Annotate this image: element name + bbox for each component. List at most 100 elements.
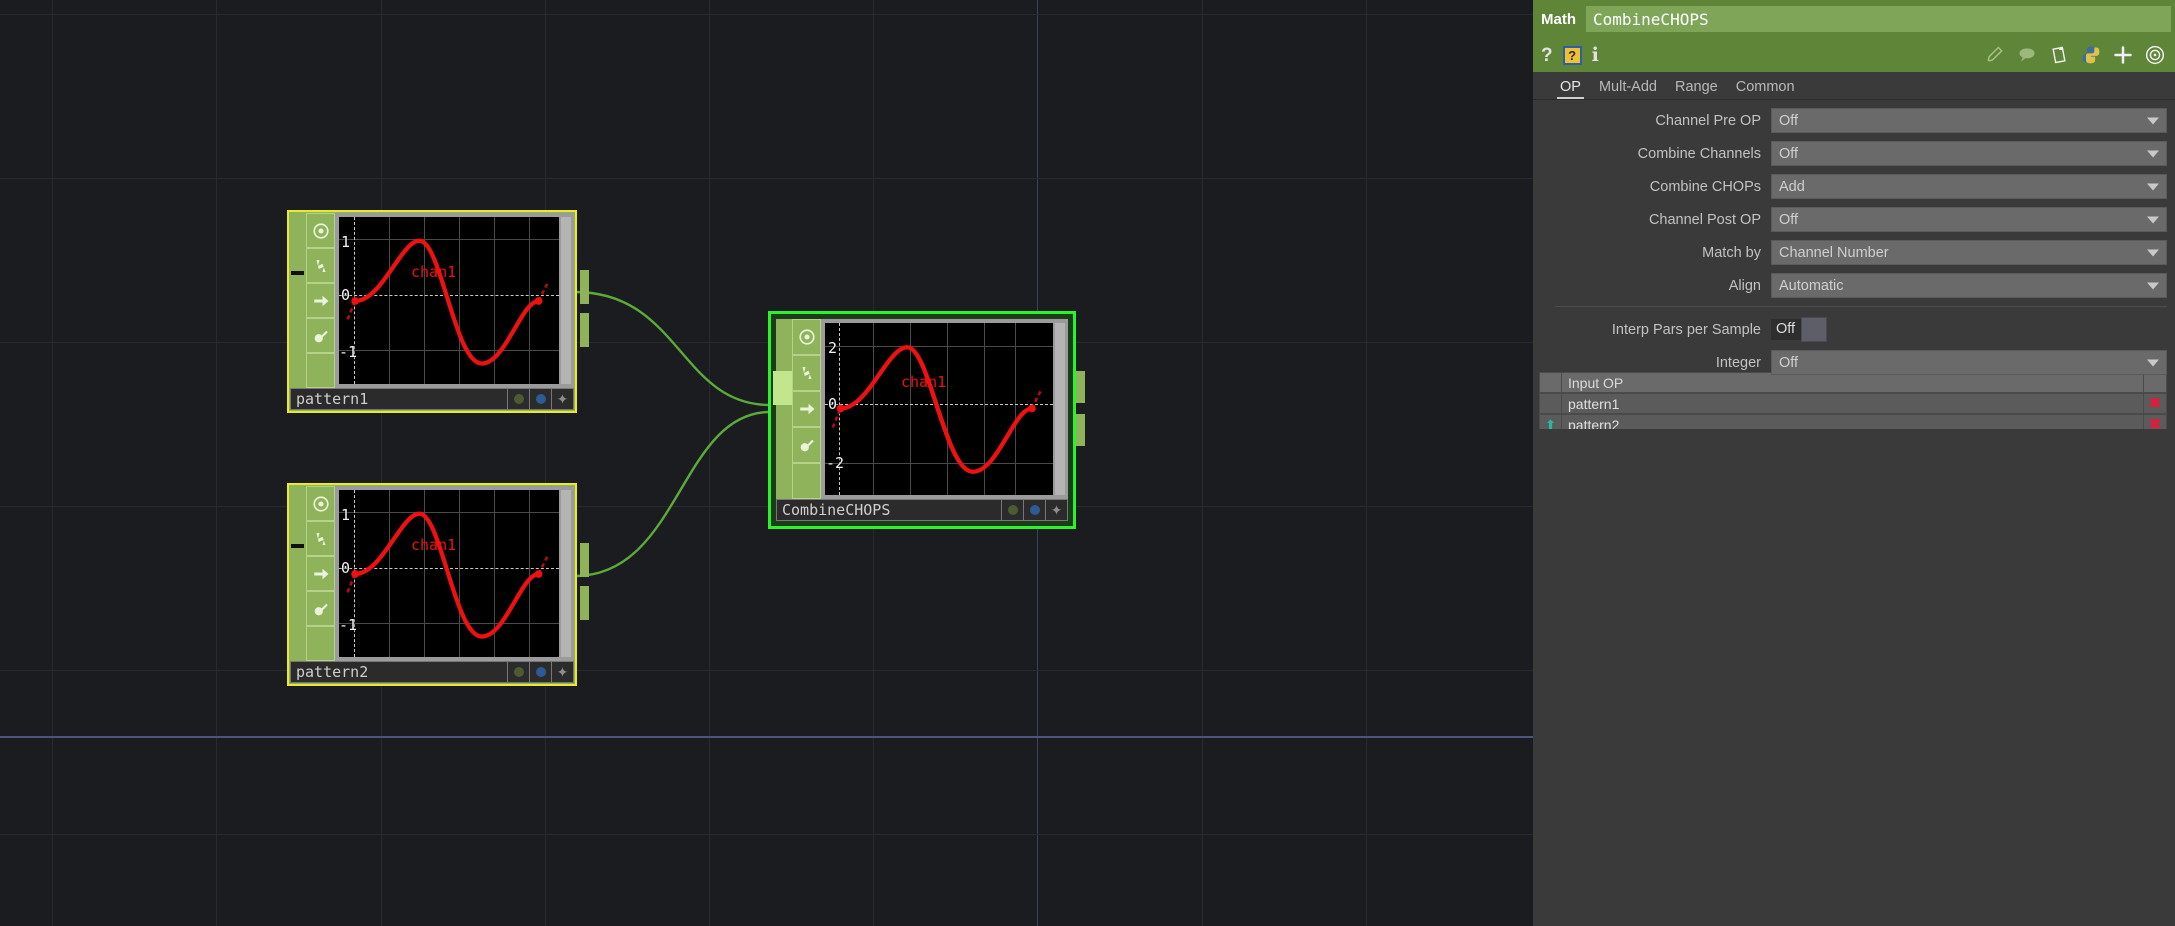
- pencil-icon[interactable]: [1985, 45, 2005, 65]
- chevron-down-icon: [2147, 359, 2159, 366]
- star-icon[interactable]: ✦: [552, 661, 574, 683]
- param-value: Off: [1779, 354, 1799, 371]
- viewer-scrollbar[interactable]: [561, 490, 571, 657]
- param-menu-channel-pre-op[interactable]: Off: [1771, 108, 2167, 133]
- node-viewer-pattern1[interactable]: 1 0 -1 chan1: [335, 213, 574, 388]
- input-connector-dash[interactable]: [291, 544, 304, 548]
- param-menu-integer[interactable]: Off: [1771, 350, 2167, 375]
- help-badge-icon[interactable]: ?: [1562, 45, 1582, 65]
- node-combinechops[interactable]: 2 0 -2 chan1 CombineCHOPS ✦: [768, 311, 1085, 529]
- node-pattern1[interactable]: 1 0 -1 chan1 pattern1 ✦: [287, 210, 589, 413]
- bypass-flag-icon[interactable]: [306, 248, 335, 283]
- node-footer-pattern1: pattern1 ✦: [290, 388, 574, 410]
- op-name-field[interactable]: CombineCHOPS: [1586, 6, 2171, 32]
- display-flag-icon[interactable]: [792, 391, 821, 427]
- input-connector-combinechops[interactable]: [773, 371, 792, 405]
- parameter-divider: [1555, 306, 2167, 307]
- param-menu-channel-post-op[interactable]: Off: [1771, 207, 2167, 232]
- display-flag-icon[interactable]: [306, 556, 335, 591]
- wire-pattern2-to-combinechops: [574, 410, 771, 578]
- grid-line-horizontal: [0, 670, 1533, 671]
- table-header-delete-cell: [2144, 372, 2167, 393]
- node-viewer-pattern2[interactable]: 1 0 -1 chan1: [335, 486, 574, 661]
- viewer-scrollbar[interactable]: [1055, 323, 1065, 495]
- toggle-value-label: Off: [1771, 318, 1802, 341]
- olive-dot-icon[interactable]: [1002, 499, 1024, 521]
- param-menu-align[interactable]: Automatic: [1771, 273, 2167, 298]
- output-connector-combinechops[interactable]: [1076, 371, 1085, 403]
- grid-line-vertical: [709, 0, 710, 926]
- empty-flag-slot[interactable]: [306, 353, 335, 388]
- chevron-down-icon: [2147, 216, 2159, 223]
- viewer-flag-icon[interactable]: [306, 486, 335, 521]
- wire-pattern1-to-combinechops: [574, 290, 771, 407]
- network-editor-canvas[interactable]: 1 0 -1 chan1 pattern1 ✦ 1 0 -1 chan1 pat…: [0, 0, 1533, 926]
- output-connector-combinechops-b[interactable]: [1076, 414, 1085, 446]
- grid-line-vertical: [545, 0, 546, 926]
- viewer-flag-icon[interactable]: [306, 213, 335, 248]
- node-footer-pattern2: pattern2 ✦: [290, 661, 574, 683]
- node-left-rail: [290, 486, 306, 661]
- toggle-checkbox[interactable]: [1801, 317, 1828, 342]
- output-connector-pattern2[interactable]: [580, 543, 589, 577]
- plus-icon[interactable]: [2113, 45, 2133, 65]
- param-label: Integer: [1715, 354, 1761, 371]
- target-icon[interactable]: [2145, 45, 2165, 65]
- info-icon[interactable]: i: [1592, 45, 1599, 65]
- help-icon[interactable]: ?: [1541, 46, 1553, 65]
- input-op-table: Input OP pattern1 ✖ ⬆ pattern2 ✖: [1533, 372, 2175, 435]
- viewer-flag-icon[interactable]: [792, 319, 821, 355]
- param-menu-combine-channels[interactable]: Off: [1771, 141, 2167, 166]
- param-row-interp-pars-per-sample: Interp Pars per Sample Off: [1533, 317, 2175, 342]
- input-connector-dash[interactable]: [291, 271, 304, 275]
- param-row-combine-channels: Combine Channels Off: [1533, 141, 2175, 166]
- node-name-pattern2[interactable]: pattern2: [290, 661, 508, 683]
- bypass-flag-icon[interactable]: [306, 521, 335, 556]
- output-connector-pattern1-b[interactable]: [580, 313, 589, 347]
- node-viewer-combinechops[interactable]: 2 0 -2 chan1: [821, 319, 1068, 499]
- chevron-down-icon: [2147, 150, 2159, 157]
- output-connector-pattern1[interactable]: [580, 270, 589, 304]
- empty-flag-slot[interactable]: [306, 626, 335, 661]
- empty-flag-slot[interactable]: [792, 463, 821, 499]
- clone-flag-icon[interactable]: [306, 591, 335, 626]
- node-flag-strip: [306, 486, 335, 661]
- display-flag-icon[interactable]: [306, 283, 335, 318]
- clone-flag-icon[interactable]: [792, 427, 821, 463]
- tab-op[interactable]: OP: [1551, 79, 1590, 99]
- blue-dot-icon[interactable]: [530, 388, 552, 410]
- olive-dot-icon[interactable]: [508, 661, 530, 683]
- blue-dot-icon[interactable]: [1024, 499, 1046, 521]
- table-row[interactable]: pattern1 ✖: [1539, 393, 2167, 414]
- blue-dot-icon[interactable]: [530, 661, 552, 683]
- x-icon[interactable]: ✖: [2144, 393, 2167, 414]
- python-icon[interactable]: [2081, 45, 2101, 65]
- node-pattern2[interactable]: 1 0 -1 chan1 pattern2 ✦: [287, 483, 589, 686]
- connection-wires: [574, 290, 771, 578]
- tab-range[interactable]: Range: [1666, 79, 1727, 99]
- param-menu-match-by[interactable]: Channel Number: [1771, 240, 2167, 265]
- grid-line-vertical: [381, 0, 382, 926]
- comment-icon[interactable]: [2017, 45, 2037, 65]
- param-value: Automatic: [1779, 277, 1844, 294]
- node-name-combinechops[interactable]: CombineCHOPS: [776, 499, 1002, 521]
- node-name-pattern1[interactable]: pattern1: [290, 388, 508, 410]
- viewer-scrollbar[interactable]: [561, 217, 571, 384]
- star-icon[interactable]: ✦: [552, 388, 574, 410]
- param-menu-combine-chops[interactable]: Add: [1771, 174, 2167, 199]
- clipboard-icon[interactable]: [2049, 45, 2069, 65]
- node-flag-strip: [306, 213, 335, 388]
- grid-line-horizontal-major: [0, 736, 1533, 738]
- output-connector-pattern2-b[interactable]: [580, 586, 589, 620]
- bypass-flag-icon[interactable]: [792, 355, 821, 391]
- table-row-arrow-cell[interactable]: [1539, 393, 1562, 414]
- tab-mult-add[interactable]: Mult-Add: [1590, 79, 1666, 99]
- olive-dot-icon[interactable]: [508, 388, 530, 410]
- parameter-header: Math CombineCHOPS: [1533, 0, 2175, 38]
- star-icon[interactable]: ✦: [1046, 499, 1068, 521]
- table-cell-input-op-name[interactable]: pattern1: [1562, 393, 2144, 414]
- param-label: Channel Post OP: [1648, 211, 1761, 228]
- grid-line-vertical: [52, 0, 53, 926]
- tab-common[interactable]: Common: [1727, 79, 1804, 99]
- clone-flag-icon[interactable]: [306, 318, 335, 353]
